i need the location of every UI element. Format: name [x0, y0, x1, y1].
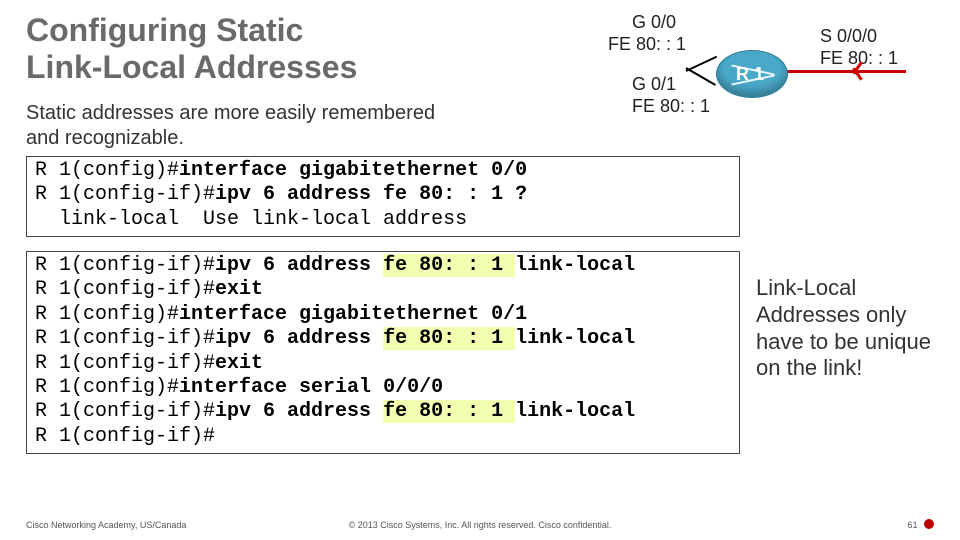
serial-link-line	[786, 70, 906, 73]
c2-l6-cmd: interface serial 0/0/0	[179, 376, 443, 399]
c1-l1-prompt: R 1(config)#	[35, 159, 179, 182]
note-l4: on the link!	[756, 355, 862, 380]
c2-l6-prompt: R 1(config)#	[35, 376, 179, 399]
note-l1: Link-Local	[756, 275, 856, 300]
label-g00: G 0/0	[632, 12, 676, 33]
body-line-1: Static addresses are more easily remembe…	[26, 102, 435, 124]
body-text: Static addresses are more easily remembe…	[26, 101, 435, 151]
c2-l3-prompt: R 1(config)#	[35, 303, 179, 326]
c2-l1-prompt: R 1(config-if)#	[35, 254, 215, 277]
c2-l7-prompt: R 1(config-if)#	[35, 400, 215, 423]
c1-l1-cmd: interface gigabitethernet 0/0	[179, 159, 527, 182]
c2-l2-cmd: exit	[215, 278, 263, 301]
c1-l3: link-local Use link-local address	[35, 208, 467, 231]
c2-l7-cmd2: link-local	[515, 400, 635, 423]
c2-l5-cmd: exit	[215, 352, 263, 375]
c2-l4-prompt: R 1(config-if)#	[35, 327, 215, 350]
c2-l1-cmd1: ipv 6 address	[215, 254, 383, 277]
router-label: R 1	[736, 64, 764, 85]
c2-l4-cmd2: link-local	[515, 327, 635, 350]
c1-l2-cmd: ipv 6 address fe 80: : 1 ?	[215, 183, 527, 206]
body-line-2: and recognizable.	[26, 127, 184, 149]
note-l2: Addresses only	[756, 302, 906, 327]
code-block-2: R 1(config-if)#ipv 6 address fe 80: : 1 …	[26, 251, 740, 454]
footer-left: Cisco Networking Academy, US/Canada	[26, 520, 186, 530]
link-line-2	[686, 56, 718, 72]
label-g00-addr: FE 80: : 1	[608, 34, 686, 55]
title-line-1: Configuring Static	[26, 12, 303, 48]
c2-l7-cmd1: ipv 6 address	[215, 400, 383, 423]
c2-l4-cmd1: ipv 6 address	[215, 327, 383, 350]
slide-dot-icon	[924, 519, 934, 529]
c1-l2-prompt: R 1(config-if)#	[35, 183, 215, 206]
c2-l4-addr: fe 80: : 1	[383, 327, 515, 350]
slide-number: 61	[907, 520, 917, 530]
footer-right: 61	[907, 518, 934, 530]
footer-mid: © 2013 Cisco Systems, Inc. All rights re…	[349, 520, 612, 530]
code-block-1: R 1(config)#interface gigabitethernet 0/…	[26, 156, 740, 237]
c2-l7-addr: fe 80: : 1	[383, 400, 515, 423]
label-g01-addr: FE 80: : 1	[632, 96, 710, 117]
callout-note: Link-Local Addresses only have to be uni…	[756, 275, 931, 382]
network-diagram: G 0/0 FE 80: : 1 G 0/1 FE 80: : 1 S 0/0/…	[588, 12, 948, 152]
c2-l3-cmd: interface gigabitethernet 0/1	[179, 303, 527, 326]
note-l3: have to be unique	[756, 329, 931, 354]
slide-title: Configuring Static Link-Local Addresses	[26, 12, 357, 86]
c2-l8: R 1(config-if)#	[35, 425, 215, 448]
serial-zigzag-icon	[856, 61, 874, 81]
c2-l1-addr: fe 80: : 1	[383, 254, 515, 277]
label-g01: G 0/1	[632, 74, 676, 95]
c2-l1-cmd2: link-local	[515, 254, 635, 277]
c2-l2-prompt: R 1(config-if)#	[35, 278, 215, 301]
c2-l5-prompt: R 1(config-if)#	[35, 352, 215, 375]
title-line-2: Link-Local Addresses	[26, 49, 357, 85]
footer: Cisco Networking Academy, US/Canada © 20…	[26, 518, 934, 530]
label-s000: S 0/0/0	[820, 26, 877, 47]
